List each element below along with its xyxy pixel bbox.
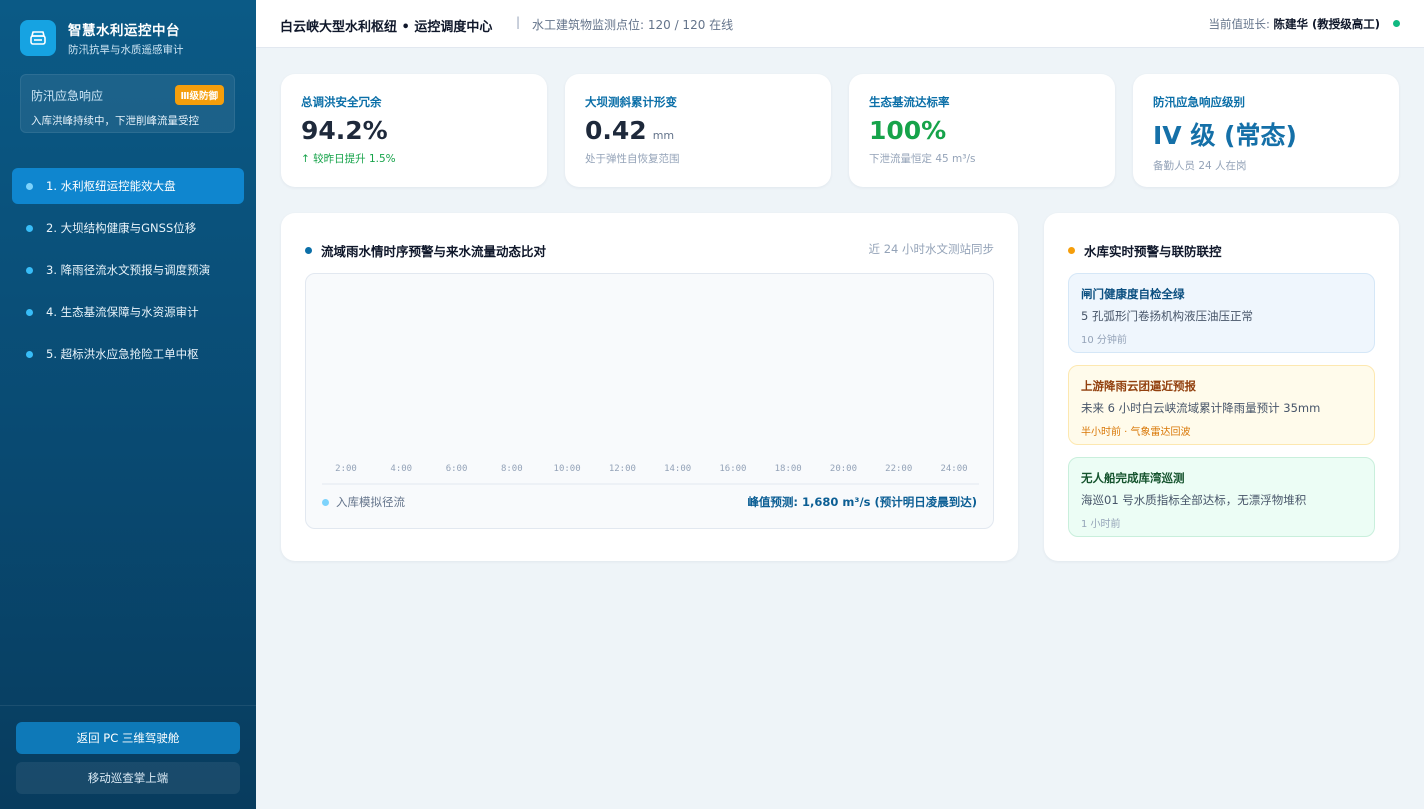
chart-panel-hint: 近 24 小时水文测站同步 (868, 242, 994, 256)
bullet-icon (26, 308, 33, 316)
alert-description: 5 孔弧形门卷扬机构液压油压正常 (1081, 309, 1253, 323)
x-tick-label: 2:00 (335, 464, 357, 474)
kpi-value: 0.42 mm (585, 116, 675, 145)
sidebar-item-hydro-forecast[interactable]: 3. 降雨径流水文预报与调度预演 (12, 252, 244, 288)
reservoir-alerts-panel: 水库实时预警与联防联控 闸门健康度自检全绿 5 孔弧形门卷扬机构液压油压正常 1… (1044, 213, 1399, 561)
sidebar-item-eco-flow[interactable]: 4. 生态基流保障与水资源审计 (12, 294, 244, 330)
bullet-icon (26, 224, 33, 232)
brand-title: 智慧水利运控中台 (68, 23, 180, 39)
x-tick-label: 6:00 (446, 464, 468, 474)
emergency-title: 防汛应急响应 (31, 88, 104, 103)
reservoir-icon (20, 20, 56, 56)
top-header: 白云峡大型水利枢纽 • 运控调度中心 | 水工建筑物监测点位: 120 / 12… (256, 0, 1424, 48)
alert-card-rain-forecast[interactable]: 上游降雨云团逼近预报 未来 6 小时白云峡流域累计降雨量预计 35mm 半小时前… (1068, 365, 1375, 445)
bullet-icon (26, 266, 33, 274)
kpi-note: 备勤人员 24 人在岗 (1153, 160, 1247, 172)
alert-card-drone-patrol[interactable]: 无人船完成库湾巡测 海巡01 号水质指标全部达标，无漂浮物堆积 1 小时前 (1068, 457, 1375, 537)
legend-label: 入库模拟径流 (336, 495, 405, 509)
kpi-value: 94.2% (301, 116, 388, 145)
sidebar-item-dam-health[interactable]: 2. 大坝结构健康与GNSS位移 (12, 210, 244, 246)
sidebar-item-label: 3. 降雨径流水文预报与调度预演 (46, 263, 211, 277)
kpi-label: 防汛应急响应级别 (1153, 95, 1245, 109)
kpi-flood-redundancy: 总调洪安全冗余 94.2% ↑ 较昨日提升 1.5% (281, 74, 547, 187)
monitoring-status: 水工建筑物监测点位: 120 / 120 在线 (532, 18, 734, 32)
x-tick-label: 8:00 (501, 464, 523, 474)
flow-chart: 2:00 4:00 6:00 8:00 10:00 12:00 14:00 16:00 18:0… (322, 464, 979, 485)
kpi-value: IV 级 (常态) (1153, 121, 1297, 150)
bullet-icon (1068, 247, 1075, 254)
bullet-icon (305, 247, 312, 254)
sidebar-item-label: 2. 大坝结构健康与GNSS位移 (46, 221, 197, 235)
alert-time: 半小时前 · 气象雷达回波 (1081, 427, 1191, 438)
x-tick-label: 22:00 (885, 464, 912, 474)
kpi-note: 处于弹性自恢复范围 (585, 153, 680, 165)
alert-title: 闸门健康度自检全绿 (1081, 287, 1185, 301)
chart-legend: 入库模拟径流 (322, 494, 405, 510)
mobile-patrol-button[interactable]: 移动巡查掌上端 (16, 762, 240, 794)
x-tick-label: 4:00 (390, 464, 412, 474)
kpi-value: 100% (869, 116, 947, 145)
alert-title: 无人船完成库湾巡测 (1081, 471, 1185, 485)
back-to-3d-cockpit-button[interactable]: 返回 PC 三维驾驶舱 (16, 722, 240, 754)
x-tick-label: 12:00 (609, 464, 636, 474)
x-tick-label: 20:00 (830, 464, 857, 474)
alert-description: 未来 6 小时白云峡流域累计降雨量预计 35mm (1081, 401, 1321, 415)
legend-dot-icon (322, 498, 329, 506)
duty-officer: 当前值班长: 陈建华 (教授级高工) (1208, 16, 1380, 32)
alerts-panel-title: 水库实时预警与联防联控 (1068, 241, 1222, 260)
duty-label: 当前值班长: (1208, 17, 1274, 31)
sidebar-footer: 返回 PC 三维驾驶舱 移动巡查掌上端 (0, 705, 256, 809)
bullet-icon (26, 182, 33, 190)
emergency-level-badge: Ⅲ级防御 (174, 85, 224, 105)
alert-card-gate-check[interactable]: 闸门健康度自检全绿 5 孔弧形门卷扬机构液压油压正常 10 分钟前 (1068, 273, 1375, 353)
sidebar-item-label: 4. 生态基流保障与水资源审计 (46, 305, 199, 319)
sidebar: 智慧水利运控中台 防汛抗旱与水质遥感审计 防汛应急响应 Ⅲ级防御 入库洪峰持续中… (0, 0, 256, 809)
x-tick-label: 10:00 (554, 464, 581, 474)
brand-subtitle: 防汛抗旱与水质遥感审计 (68, 44, 184, 56)
peak-forecast: 峰值预测: 1,680 m³/s (预计明日凌晨到达) (747, 495, 977, 509)
kpi-emergency-level: 防汛应急响应级别 IV 级 (常态) 备勤人员 24 人在岗 (1133, 74, 1399, 187)
kpi-unit: mm (652, 129, 675, 142)
x-tick-label: 14:00 (664, 464, 691, 474)
x-tick-label: 24:00 (940, 464, 967, 474)
alert-time: 1 小时前 (1081, 519, 1121, 530)
x-tick-label: 18:00 (775, 464, 802, 474)
header-separator: | (516, 15, 521, 29)
sidebar-item-label: 1. 水利枢纽运控能效大盘 (46, 179, 176, 193)
rain-flow-chart-panel: 流域雨水情时序预警与来水流量动态比对 近 24 小时水文测站同步 2:00 4:0… (281, 213, 1018, 561)
sidebar-item-label: 5. 超标洪水应急抢险工单中枢 (46, 347, 199, 361)
sidebar-nav: 1. 水利枢纽运控能效大盘 2. 大坝结构健康与GNSS位移 3. 降雨径流水文… (12, 168, 244, 378)
sidebar-item-emergency-orders[interactable]: 5. 超标洪水应急抢险工单中枢 (12, 336, 244, 372)
alert-time: 10 分钟前 (1081, 335, 1127, 346)
kpi-eco-flow-rate: 生态基流达标率 100% 下泄流量恒定 45 m³/s (849, 74, 1115, 187)
kpi-label: 生态基流达标率 (869, 95, 950, 109)
alert-title: 上游降雨云团逼近预报 (1081, 379, 1196, 393)
page-title: 白云峡大型水利枢纽 • 运控调度中心 (280, 20, 493, 35)
kpi-note: ↑ 较昨日提升 1.5% (301, 153, 396, 165)
brand: 智慧水利运控中台 防汛抗旱与水质遥感审计 (20, 19, 184, 57)
kpi-note: 下泄流量恒定 45 m³/s (869, 153, 976, 165)
chart-area: 2:00 4:00 6:00 8:00 10:00 12:00 14:00 16:00 18:0… (305, 273, 994, 529)
kpi-dam-deformation: 大坝测斜累计形变 0.42 mm 处于弹性自恢复范围 (565, 74, 831, 187)
online-status-icon (1393, 20, 1400, 27)
chart-panel-title: 流域雨水情时序预警与来水流量动态比对 (305, 241, 546, 260)
emergency-response-box: 防汛应急响应 Ⅲ级防御 入库洪峰持续中，下泄削峰流量受控 (20, 74, 235, 133)
bullet-icon (26, 350, 33, 358)
kpi-label: 总调洪安全冗余 (301, 95, 382, 109)
kpi-label: 大坝测斜累计形变 (585, 95, 677, 109)
emergency-description: 入库洪峰持续中，下泄削峰流量受控 (31, 115, 199, 127)
alert-description: 海巡01 号水质指标全部达标，无漂浮物堆积 (1081, 493, 1307, 507)
duty-name: 陈建华 (教授级高工) (1273, 17, 1380, 31)
x-tick-label: 16:00 (719, 464, 746, 474)
sidebar-item-dashboard[interactable]: 1. 水利枢纽运控能效大盘 (12, 168, 244, 204)
